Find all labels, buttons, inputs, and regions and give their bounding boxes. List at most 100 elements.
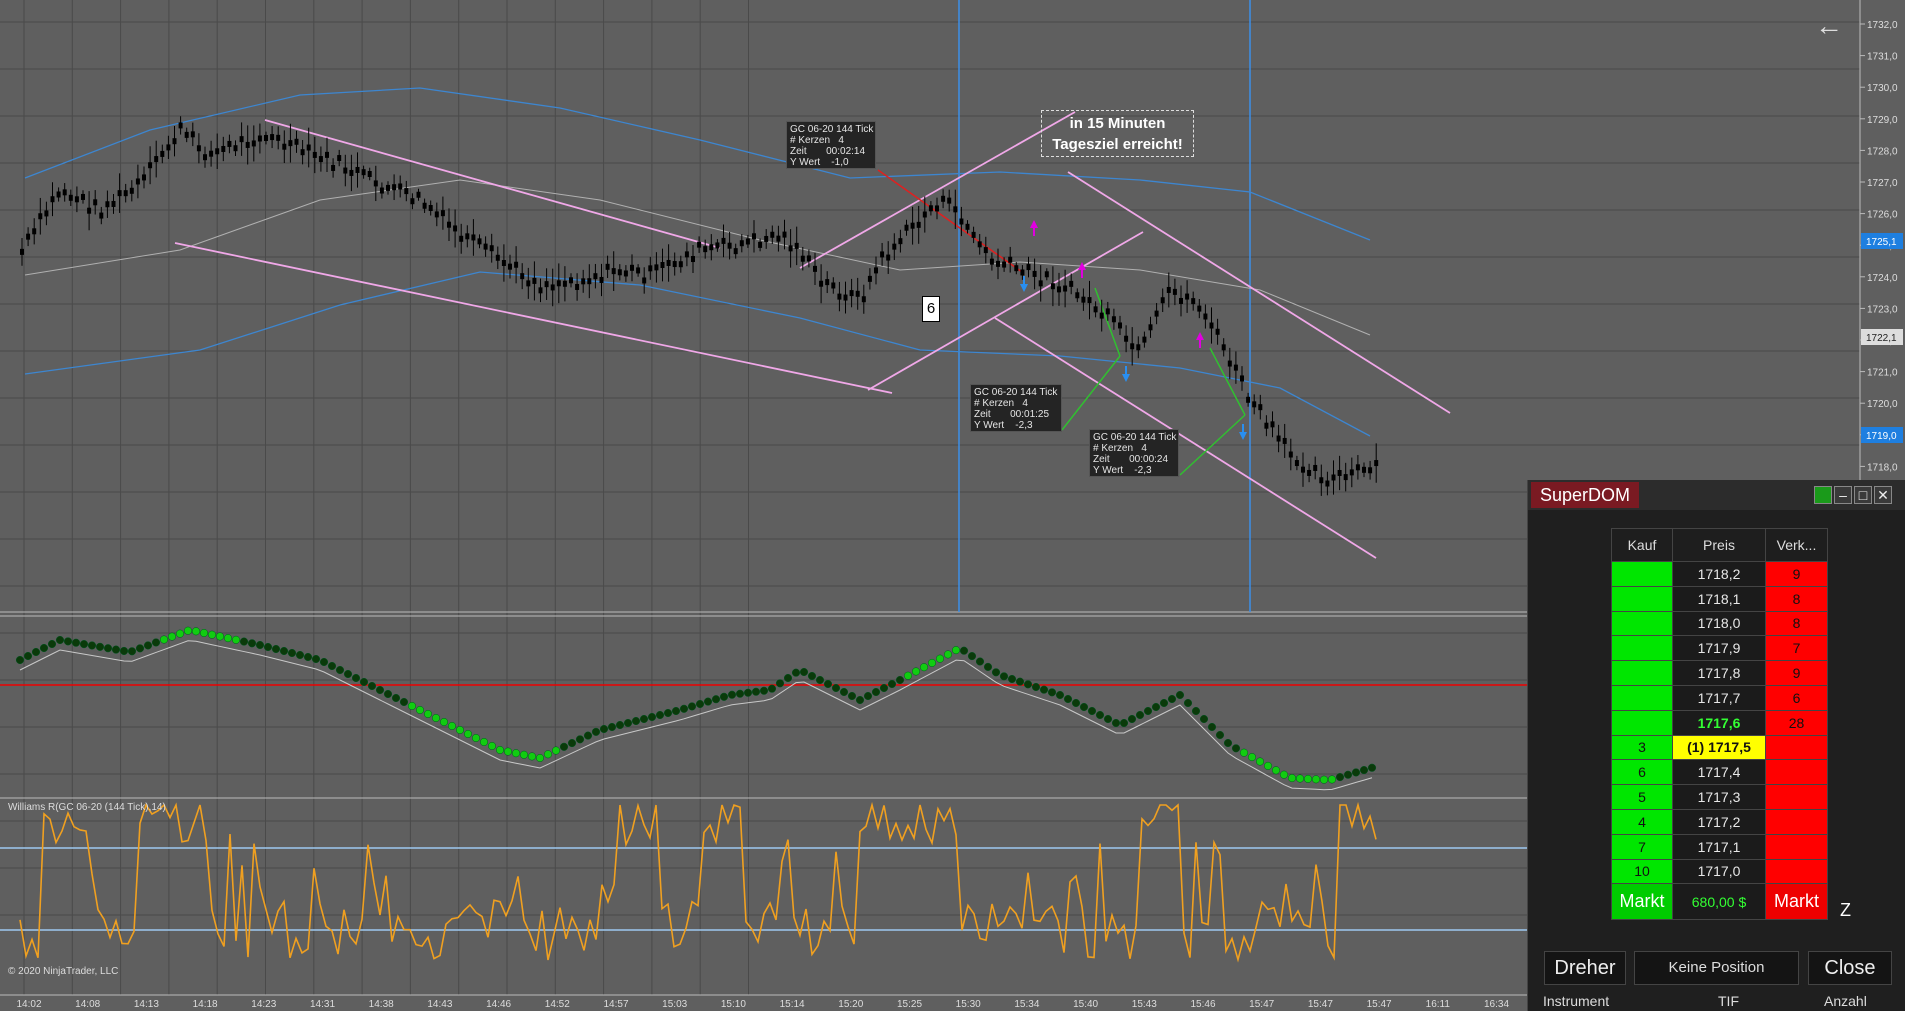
candle-body [1179, 297, 1183, 304]
oscillator-dot [1335, 773, 1345, 782]
candle-body [508, 263, 512, 270]
bid-cell[interactable] [1611, 585, 1673, 612]
ladder-row[interactable]: 1718,2 9 [1611, 561, 1828, 587]
oscillator-dot [639, 714, 649, 724]
ask-cell[interactable] [1765, 833, 1828, 860]
bid-cell[interactable]: 7 [1611, 833, 1673, 860]
bid-cell[interactable]: 5 [1611, 784, 1673, 810]
ask-cell[interactable] [1765, 858, 1828, 885]
market-buy-button[interactable]: Markt [1611, 883, 1673, 921]
time-label: 14:13 [134, 999, 159, 1010]
candle-body [196, 145, 201, 152]
candle-body [221, 145, 226, 152]
price-label: 1723,0 [1867, 304, 1898, 315]
ladder-row[interactable]: 1717,9 7 [1611, 635, 1828, 662]
ask-cell[interactable]: 7 [1765, 635, 1828, 662]
ask-cell[interactable] [1765, 808, 1828, 835]
ask-cell[interactable]: 6 [1765, 684, 1828, 711]
time-label: 15:47 [1249, 999, 1274, 1010]
oscillator-dot [1319, 775, 1329, 784]
candle-body [1282, 437, 1287, 444]
bid-cell[interactable] [1611, 660, 1673, 686]
info-title: GC 06-20 144 Tick [790, 124, 874, 135]
ladder-row[interactable]: 1718,0 8 [1611, 610, 1828, 637]
candle-body [483, 243, 488, 250]
superdom-titlebar[interactable]: SuperDOM – □ ✕ [1528, 480, 1905, 510]
candle-body [1349, 469, 1354, 476]
bid-cell[interactable] [1611, 635, 1673, 662]
oscillator-dot [543, 750, 553, 759]
oscillator-dot [455, 725, 465, 735]
oscillator-dot [303, 652, 313, 662]
reverse-button[interactable]: Dreher [1544, 951, 1626, 985]
bid-cell[interactable]: 6 [1611, 759, 1673, 786]
link-color-icon[interactable] [1814, 486, 1832, 504]
ask-cell[interactable] [1765, 784, 1828, 810]
candle-body [1105, 308, 1110, 315]
maximize-icon[interactable]: □ [1854, 486, 1872, 504]
price-label: 1718,0 [1867, 462, 1898, 473]
close-icon[interactable]: ✕ [1874, 486, 1892, 504]
back-arrow-icon[interactable]: ← [1815, 10, 1843, 42]
ladder-row[interactable]: 5 1717,3 [1611, 784, 1828, 810]
bid-cell[interactable] [1611, 561, 1673, 587]
ladder-row[interactable]: 1718,1 8 [1611, 585, 1828, 612]
info-value: Y Wert -2,3 [1093, 465, 1152, 476]
ask-cell[interactable]: 8 [1765, 585, 1828, 612]
candle-body [556, 280, 561, 287]
oscillator-dot [1007, 674, 1017, 684]
oscillator-dot [975, 657, 985, 666]
info-value: Y Wert -1,0 [790, 157, 849, 168]
oscillator-dot [263, 642, 273, 652]
bid-cell[interactable]: 10 [1611, 858, 1673, 885]
ladder-row[interactable]: 1717,7 6 [1611, 684, 1828, 711]
oscillator-dot [95, 642, 105, 651]
oscillator-dot [583, 731, 593, 740]
candle-body [276, 134, 281, 141]
ask-cell[interactable] [1765, 759, 1828, 786]
ladder-row[interactable]: 1717,8 9 [1611, 660, 1828, 686]
oscillator-dot [847, 691, 857, 701]
bid-cell[interactable]: 4 [1611, 808, 1673, 835]
ladder-row[interactable]: 4 1717,2 [1611, 808, 1828, 835]
close-position-button[interactable]: Close [1808, 951, 1892, 985]
bid-cell[interactable] [1611, 610, 1673, 637]
candle-body [1221, 344, 1226, 351]
candle-body [855, 290, 860, 297]
minimize-icon[interactable]: – [1834, 486, 1852, 504]
oscillator-dot [823, 679, 833, 689]
bid-cell[interactable]: 3 [1611, 734, 1673, 761]
bid-cell[interactable] [1611, 709, 1673, 736]
candle-body [434, 211, 439, 218]
oscillator-dot [871, 687, 881, 697]
ladder-row[interactable]: 7 1717,1 [1611, 833, 1828, 860]
candle-body [806, 255, 811, 262]
market-sell-button[interactable]: Markt [1765, 883, 1828, 921]
candle-body [50, 196, 55, 203]
info-time: Zeit 00:00:24 [1093, 454, 1169, 465]
oscillator-dot [1055, 690, 1065, 700]
oscillator-dot [175, 629, 185, 638]
ladder-row[interactable]: 6 1717,4 [1611, 759, 1828, 786]
ask-cell[interactable]: 8 [1765, 610, 1828, 637]
bid-cell[interactable] [1611, 684, 1673, 711]
oscillator-dot [23, 651, 33, 661]
oscillator-dot [1311, 775, 1321, 784]
col-header-ask: Verk... [1765, 528, 1828, 562]
candle-body [1240, 375, 1244, 382]
candle-body [904, 224, 909, 231]
oscillator-dot [1359, 766, 1369, 775]
candle-body [727, 242, 732, 249]
ladder-row[interactable]: 10 1717,0 [1611, 858, 1828, 885]
ask-cell[interactable]: 9 [1765, 660, 1828, 686]
copyright: © 2020 NinjaTrader, LLC [8, 966, 119, 977]
oscillator-dot [1327, 775, 1337, 784]
ladder-row[interactable]: 1717,6 28 [1611, 709, 1828, 736]
candle-body [471, 234, 476, 241]
price-label: 1721,0 [1867, 368, 1898, 379]
ask-cell[interactable] [1765, 734, 1828, 761]
candle-body [989, 258, 994, 265]
ask-cell[interactable]: 28 [1765, 709, 1828, 736]
ladder-row[interactable]: 3 (1) 1717,5 [1611, 734, 1828, 761]
ask-cell[interactable]: 9 [1765, 561, 1828, 587]
